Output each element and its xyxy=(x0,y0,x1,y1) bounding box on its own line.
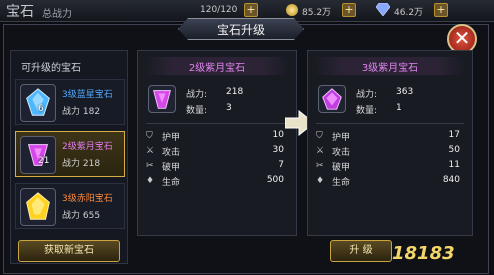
add-diamond-button[interactable]: + xyxy=(434,3,448,17)
attr-value: 10 xyxy=(272,130,284,140)
total-power-label: 总战力 xyxy=(42,9,72,20)
drop-icon: ♦ xyxy=(146,176,155,186)
attr-name: 破甲 xyxy=(332,163,351,173)
gem-power: 战力 218 xyxy=(62,159,101,169)
gem-name: 3级赤阳宝石 xyxy=(62,194,113,204)
current-gem-header: 2级紫月宝石 xyxy=(144,57,290,75)
gem-slot xyxy=(20,84,56,122)
attr-name: 护甲 xyxy=(332,133,351,143)
sword-icon: ⚔ xyxy=(316,146,325,156)
attr-row-life: ♦ 生命 500 xyxy=(146,175,288,189)
shield-icon: ⛉ xyxy=(316,131,323,141)
quantity-label: 数量: xyxy=(356,106,378,116)
attr-row-armor-break: ✂ 破甲 11 xyxy=(316,160,464,174)
page-title: 宝石 xyxy=(6,4,34,20)
current-gem-card: 2级紫月宝石 战力: 218 数量: 3 ⛉ 护甲 10 ⚔ 攻击 30 ✂ 破… xyxy=(137,50,297,236)
purple-moon-gem-icon xyxy=(322,88,342,110)
gem-slot xyxy=(20,136,56,174)
add-gold-button[interactable]: + xyxy=(342,3,356,17)
purple-moon-gem-icon xyxy=(27,144,49,166)
power-label: 战力: xyxy=(356,90,378,100)
gem-slot xyxy=(20,188,56,226)
current-gem-name: 2级紫月宝石 xyxy=(188,63,246,74)
divider xyxy=(316,123,464,124)
next-gem-header: 3级紫月宝石 xyxy=(314,57,466,75)
upgradable-gem-list: 可升级的宝石 6 3级蓝星宝石 战力 182 21 2级紫月宝石 战力 218 xyxy=(10,50,128,264)
gem-list-item[interactable]: 6 3级蓝星宝石 战力 182 xyxy=(15,79,125,125)
gem-power: 战力 655 xyxy=(62,211,101,221)
red-sun-gem-icon xyxy=(26,192,50,220)
pierce-icon: ✂ xyxy=(146,161,154,171)
attr-name: 护甲 xyxy=(162,133,181,143)
attr-row-armor-break: ✂ 破甲 7 xyxy=(146,160,288,174)
attr-row-life: ♦ 生命 840 xyxy=(316,175,464,189)
current-gem-slot xyxy=(148,85,176,113)
attr-value: 840 xyxy=(442,175,460,185)
next-gem-slot xyxy=(318,85,346,113)
purple-moon-gem-icon xyxy=(153,90,171,109)
attr-value: 17 xyxy=(448,130,460,140)
shield-icon: ⛉ xyxy=(146,131,153,141)
dialog-title: 宝石升级 xyxy=(216,23,265,37)
gem-power: 战力 182 xyxy=(62,107,101,117)
blue-star-gem-icon xyxy=(26,88,50,116)
quantity-value: 1 xyxy=(396,103,402,113)
attr-value: 7 xyxy=(278,160,284,170)
attr-row-attack: ⚔ 攻击 30 xyxy=(146,145,288,159)
get-new-gem-button[interactable]: 获取新宝石 xyxy=(18,240,120,262)
attr-name: 攻击 xyxy=(332,148,351,158)
add-stamina-button[interactable]: + xyxy=(244,3,258,17)
diamond-icon xyxy=(376,3,390,16)
attr-value: 11 xyxy=(448,160,460,170)
power-label: 战力: xyxy=(186,90,208,100)
drop-icon: ♦ xyxy=(316,176,325,186)
attr-value: 30 xyxy=(272,145,284,155)
next-gem-card: 3级紫月宝石 战力: 363 数量: 1 ⛉ 护甲 17 ⚔ 攻击 50 ✂ 破… xyxy=(307,50,473,236)
attr-value: 500 xyxy=(266,175,284,185)
divider xyxy=(146,123,288,124)
quantity-label: 数量: xyxy=(186,106,208,116)
attr-name: 破甲 xyxy=(162,163,181,173)
gem-name: 3级蓝星宝石 xyxy=(62,90,113,100)
attr-name: 生命 xyxy=(162,178,181,188)
gold-value: 85.2万 xyxy=(302,8,332,18)
attr-row-attack: ⚔ 攻击 50 xyxy=(316,145,464,159)
upgrade-button[interactable]: 升 级 xyxy=(330,240,392,262)
attr-name: 攻击 xyxy=(162,148,181,158)
attr-value: 50 xyxy=(448,145,460,155)
gold-coin-icon xyxy=(286,4,298,16)
attr-name: 生命 xyxy=(332,178,351,188)
sword-icon: ⚔ xyxy=(146,146,155,156)
site-watermark: 18183 xyxy=(392,243,455,264)
attr-row-armor: ⛉ 护甲 10 xyxy=(146,130,288,144)
gem-count: 6 xyxy=(38,104,44,114)
stamina-value: 120/120 xyxy=(200,5,238,15)
attr-row-armor: ⛉ 护甲 17 xyxy=(316,130,464,144)
gem-count: 21 xyxy=(38,156,50,166)
power-value: 363 xyxy=(396,87,414,97)
gem-list-item-selected[interactable]: 21 2级紫月宝石 战力 218 xyxy=(15,131,125,177)
diamond-value: 46.2万 xyxy=(394,8,424,18)
power-value: 218 xyxy=(226,87,244,97)
gem-list-title: 可升级的宝石 xyxy=(21,63,81,74)
gem-name: 2级紫月宝石 xyxy=(62,142,113,152)
quantity-value: 3 xyxy=(226,103,232,113)
pierce-icon: ✂ xyxy=(316,161,324,171)
gem-list-item[interactable]: 3级赤阳宝石 战力 655 xyxy=(15,183,125,229)
next-gem-name: 3级紫月宝石 xyxy=(361,63,419,74)
